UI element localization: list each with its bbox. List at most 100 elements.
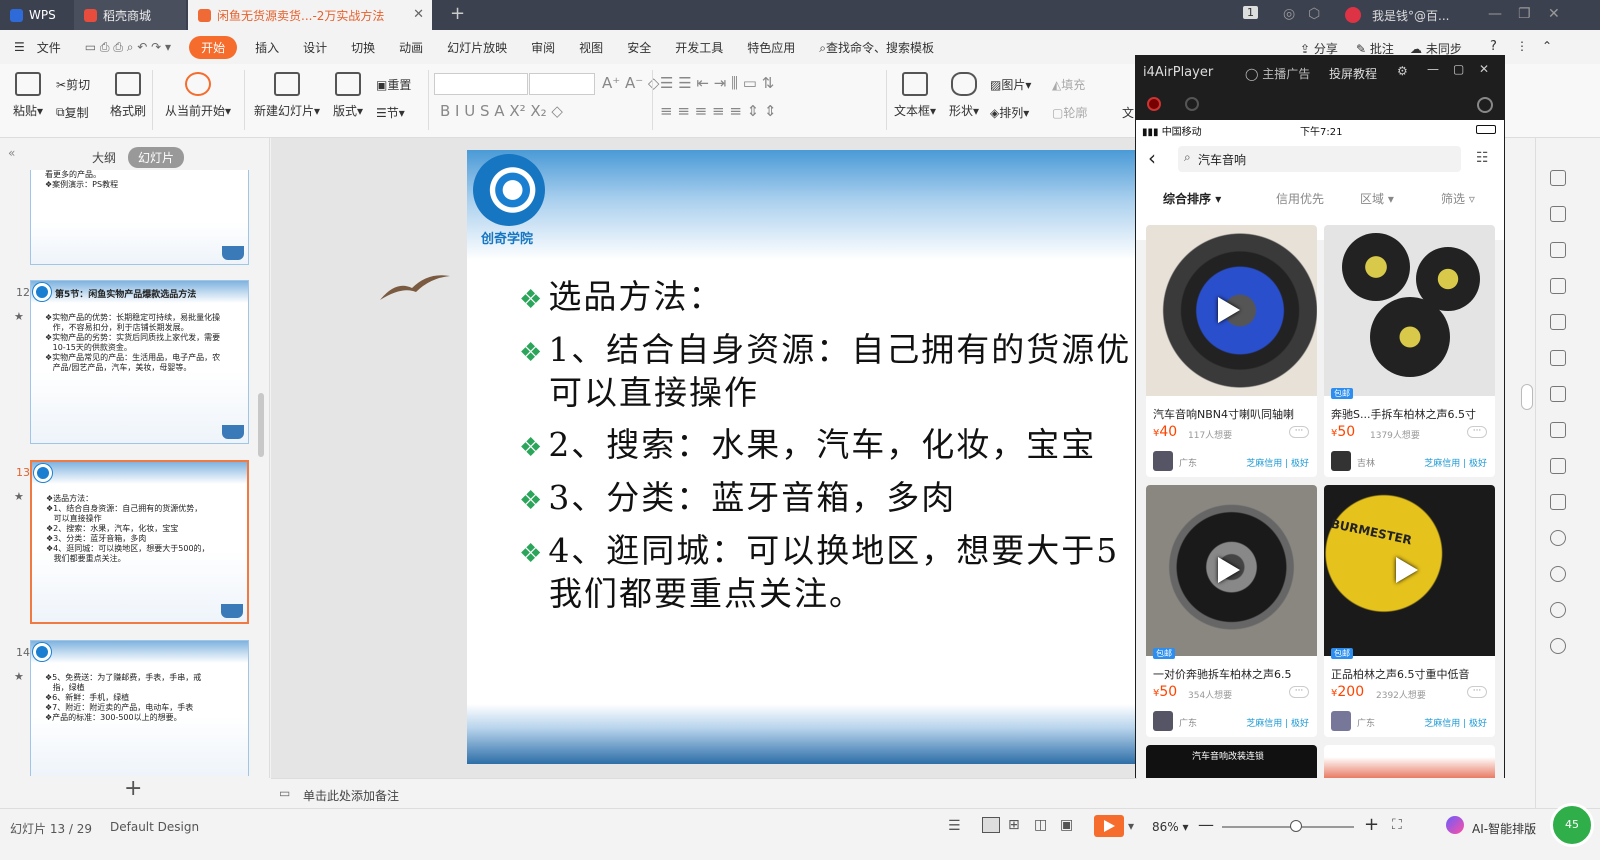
collapse-ribbon-icon[interactable]: ⌃ <box>1542 39 1552 53</box>
copy-style-icon[interactable] <box>1550 206 1566 222</box>
font-style-icons[interactable]: B I U S A X² X₂ ◇ <box>440 102 563 120</box>
copy-button[interactable]: ⧉ 复制 <box>56 104 89 121</box>
reading-view-icon[interactable]: ◫ <box>1034 817 1047 833</box>
notes-toggle-icon[interactable]: ☰ <box>948 818 961 834</box>
close-window-icon[interactable]: ✕ <box>1548 6 1560 22</box>
shape-button[interactable]: 形状▾ <box>942 68 986 119</box>
cube-icon[interactable]: ⬡ <box>1308 6 1320 22</box>
filter-sort[interactable]: 综合排序 ▾ <box>1163 190 1221 207</box>
menu-view[interactable]: 视图 <box>567 39 615 56</box>
picture-icon[interactable] <box>1550 494 1566 510</box>
history-icon[interactable] <box>1550 602 1566 618</box>
menu-special[interactable]: 特色应用 <box>735 39 807 56</box>
quick-access-icons[interactable]: ▭ ⎙ ⎙ ⌕ ↶ ↷ ▾ <box>73 40 183 55</box>
textbox-button[interactable]: 文本框▾ <box>890 68 940 119</box>
more-button[interactable]: ··· <box>1289 686 1309 698</box>
record-icon[interactable] <box>1147 97 1161 111</box>
slide-line-3[interactable]: ❖ 2、搜索：水果，汽车，化妆，宝宝 <box>519 418 1096 466</box>
download-icon[interactable] <box>1550 566 1566 582</box>
more-icon[interactable]: ⋮ <box>1516 39 1528 53</box>
screenshot-icon[interactable] <box>1477 97 1493 113</box>
audio-icon[interactable] <box>1550 530 1566 546</box>
text-tools-button[interactable]: 文 <box>1122 104 1134 121</box>
tab-store[interactable]: 稻壳商城 <box>74 0 186 30</box>
maximize-icon[interactable]: ▢ <box>1453 62 1464 76</box>
play-control-icon[interactable] <box>1185 97 1199 111</box>
sliders-icon[interactable] <box>1550 350 1566 366</box>
font-name-select[interactable] <box>434 73 528 95</box>
slide-line-2[interactable]: ❖ 1、结合自身资源：自己拥有的货源优 <box>519 323 1131 371</box>
grid-icon[interactable] <box>1550 314 1566 330</box>
close-tab-icon[interactable]: ✕ <box>413 7 424 22</box>
reset-button[interactable]: ▣ 重置 <box>376 76 411 93</box>
slide-line-1[interactable]: ❖ 选品方法： <box>519 270 723 318</box>
more-button[interactable]: ··· <box>1467 426 1487 438</box>
zoom-level[interactable]: 86% ▾ <box>1152 820 1189 834</box>
zoom-slider-thumb[interactable] <box>1289 820 1302 832</box>
filter-region[interactable]: 区域 ▾ <box>1360 190 1394 207</box>
collapse-panel-icon[interactable]: « <box>8 146 15 160</box>
more-button[interactable]: ··· <box>1467 686 1487 698</box>
slide-scrollbar[interactable] <box>1521 384 1533 410</box>
zoom-in-icon[interactable]: + <box>1364 814 1379 835</box>
from-current-button[interactable]: 从当前开始▾ <box>160 68 236 119</box>
product-image[interactable] <box>1324 225 1495 396</box>
menu-start[interactable]: 开始 <box>189 35 238 59</box>
close-icon[interactable]: ✕ <box>1479 62 1489 76</box>
command-search[interactable]: ⌕查找命令、搜索模板 <box>807 39 946 56</box>
slide-thumb-14[interactable]: ❖5、免费送：为了赚邮费，手表，手串，戒 指，绿植 ❖6、新鲜：手机，绿植 ❖7… <box>30 640 249 776</box>
ad-button[interactable]: ◯ 主播广告 <box>1245 65 1310 82</box>
help-icon[interactable]: ? <box>1490 39 1497 54</box>
user-name[interactable]: 我是钱°@百... <box>1372 7 1449 24</box>
presenter-view-icon[interactable]: ▣ <box>1060 817 1073 833</box>
product-card[interactable]: 包邮 奔驰S...手拆车柏林之声6.5寸 ¥50 1379人想要 ··· 吉林 … <box>1324 225 1495 477</box>
phone-screen[interactable]: ▮▮▮ 中国移动 下午7:21 ‹ ⌕ 汽车音响 ☷ 综合排序 ▾ 信用优先 区… <box>1136 120 1504 778</box>
assistant-badge[interactable]: 45 <box>1550 803 1594 847</box>
sorter-view-icon[interactable]: ⊞ <box>1008 817 1020 833</box>
slide-thumb-11[interactable]: 看更多的产品。 ❖案例演示：PS教程 <box>30 170 249 265</box>
grid-view-icon[interactable]: ☷ <box>1476 150 1489 166</box>
slide-canvas[interactable]: 创奇学院 ❖ 选品方法： ❖ 1、结合自身资源：自己拥有的货源优 可以直接操作 ❖ 2… <box>467 150 1137 764</box>
minimize-icon[interactable]: — <box>1427 62 1439 76</box>
normal-view-icon[interactable] <box>982 817 1000 833</box>
seller-avatar[interactable] <box>1153 451 1173 471</box>
font-size-select[interactable] <box>529 73 595 95</box>
export-icon[interactable] <box>1550 422 1566 438</box>
slideshow-menu-icon[interactable]: ▾ <box>1128 819 1134 833</box>
picture-button[interactable]: ▨ 图片 ▾ <box>990 76 1031 93</box>
play-slideshow-button[interactable] <box>1094 815 1124 837</box>
menu-developer[interactable]: 开发工具 <box>663 39 735 56</box>
outline-button[interactable]: ▢ 轮廓 <box>1052 104 1087 121</box>
menu-file[interactable]: 文件 <box>37 39 73 56</box>
slide-thumb-12[interactable]: 第5节：闲鱼实物产品爆款选品方法 ❖实物产品的优势：长期稳定可持续，易批量化操 … <box>30 280 249 444</box>
font-grow-icon[interactable]: A⁺ A⁻ ◇ <box>602 74 659 92</box>
product-card[interactable]: 包邮 一对价奔驰拆车柏林之声6.5 ¥50 354人想要 ··· 广东 芝麻信用… <box>1146 485 1317 737</box>
new-tab-icon[interactable]: + <box>450 3 465 24</box>
product-card[interactable]: 汽车音响NBN4寸喇叭同轴喇 ¥40 117人想要 ··· 广东 芝麻信用 | … <box>1146 225 1317 477</box>
layout-button[interactable]: 版式▾ <box>326 68 370 119</box>
zoom-out-icon[interactable]: — <box>1198 815 1214 834</box>
menu-animation[interactable]: 动画 <box>387 39 435 56</box>
window-count-badge[interactable]: 1 <box>1243 6 1258 19</box>
notes-placeholder[interactable]: 单击此处添加备注 <box>303 787 399 804</box>
format-painter-button[interactable]: 格式刷 <box>98 68 158 119</box>
zoom-slider[interactable] <box>1222 820 1354 832</box>
menu-insert[interactable]: 插入 <box>243 39 291 56</box>
new-slide-button[interactable]: 新建幻灯片▾ <box>250 68 324 119</box>
section-button[interactable]: ☰ 节 ▾ <box>376 104 405 121</box>
filter-credit[interactable]: 信用优先 <box>1276 190 1324 207</box>
seller-avatar[interactable] <box>1331 451 1351 471</box>
airplayer-window[interactable]: i4AirPlayer ◯ 主播广告 投屏教程 ⚙ — ▢ ✕ ▮▮▮ 中国移动… <box>1135 55 1505 778</box>
paste-button[interactable]: 粘贴▾ <box>0 68 56 119</box>
shapes-icon[interactable] <box>1550 242 1566 258</box>
arrange-button[interactable]: ◈ 排列 ▾ <box>990 104 1029 121</box>
seller-avatar[interactable] <box>1153 711 1173 731</box>
ai-layout-button[interactable]: AI-智能排版 <box>1472 820 1536 837</box>
pin-icon[interactable] <box>1550 170 1566 186</box>
slide-thumb-13-selected[interactable]: ❖选品方法： ❖1、结合自身资源：自己拥有的货源优势， 可以直接操作 ❖2、搜索… <box>30 460 249 624</box>
help-icon[interactable] <box>1550 638 1566 654</box>
menu-review[interactable]: 审阅 <box>519 39 567 56</box>
fill-icon[interactable] <box>1550 278 1566 294</box>
image-icon[interactable] <box>1550 386 1566 402</box>
fill-button[interactable]: ◭ 填充 <box>1052 76 1085 93</box>
